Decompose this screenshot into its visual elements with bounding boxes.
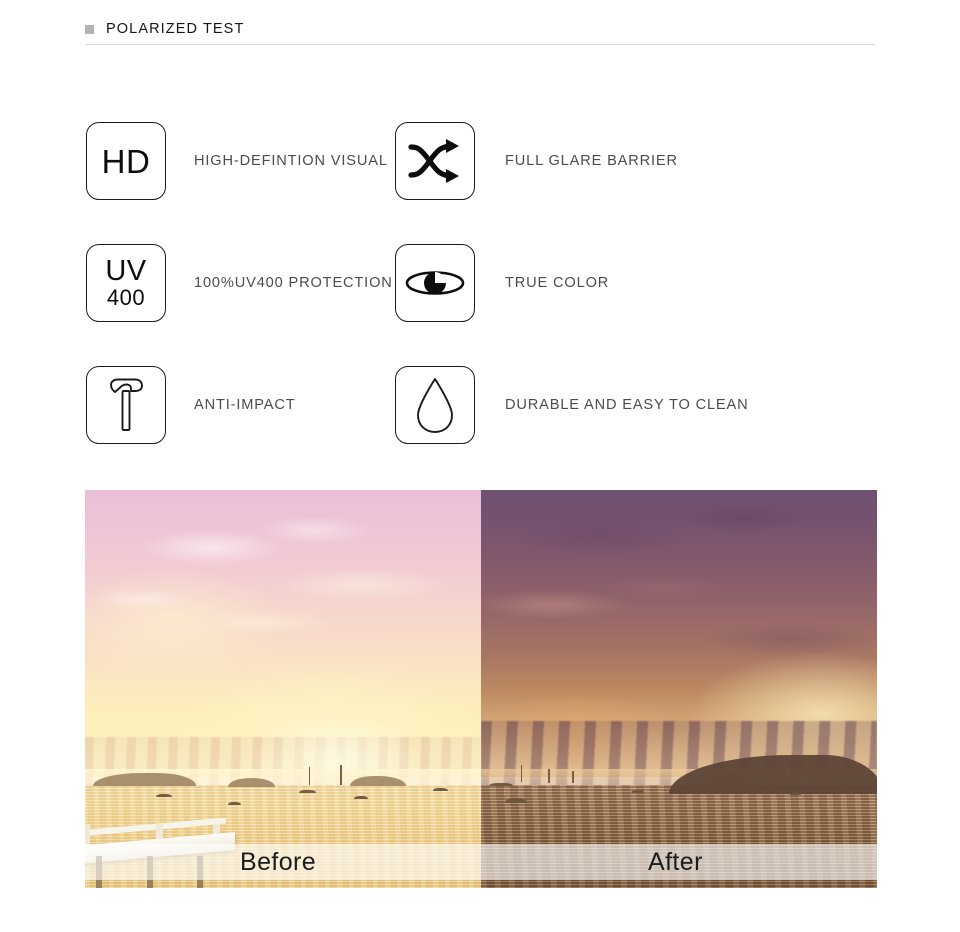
mast-shape (520, 764, 523, 782)
boat-shape (504, 798, 527, 804)
feature-item-hd: HD HIGH-DEFINTION VISUAL (0, 100, 395, 222)
header-divider (85, 44, 875, 45)
feature-label-impact: ANTI-IMPACT (194, 397, 296, 413)
feature-grid: HD HIGH-DEFINTION VISUAL FULL GLARE BARR… (0, 100, 960, 466)
feature-item-truecolor: TRUE COLOR (395, 222, 875, 344)
shuffle-arrows-icon (395, 122, 475, 200)
hd-badge-text: HD (101, 142, 151, 180)
uv400-badge-icon: UV 400 (86, 244, 166, 322)
mast-shape (308, 766, 311, 785)
boat-shape (488, 782, 513, 786)
caption-after: After (648, 848, 703, 876)
feature-row: HD HIGH-DEFINTION VISUAL FULL GLARE BARR… (0, 100, 960, 222)
hd-badge-icon: HD (86, 122, 166, 200)
mast-shape (548, 768, 550, 783)
uv400-badge-text: UV 400 (105, 257, 146, 309)
uv-number: 400 (106, 285, 146, 310)
page-title: POLARIZED TEST (106, 21, 245, 37)
mast-shape (572, 770, 574, 783)
feature-label-durable: DURABLE AND EASY TO CLEAN (505, 397, 749, 413)
feature-label-hd: HIGH-DEFINTION VISUAL (194, 153, 388, 169)
feature-item-impact: ANTI-IMPACT (0, 344, 395, 466)
caption-before: Before (240, 848, 317, 876)
comparison-photo: Before After (85, 490, 877, 888)
water-drop-icon (395, 366, 475, 444)
boat-shape (227, 802, 241, 806)
feature-label-truecolor: TRUE COLOR (505, 275, 610, 291)
eye-icon (395, 244, 475, 322)
feature-item-glare: FULL GLARE BARRIER (395, 100, 875, 222)
caption-band (85, 844, 877, 880)
feature-label-uv: 100%UV400 PROTECTION (194, 275, 393, 291)
photo-half-before (85, 490, 481, 888)
feature-row: ANTI-IMPACT DURABLE AND EASY TO CLEAN (0, 344, 960, 466)
island-shape (92, 773, 196, 787)
uv-label: UV (105, 255, 147, 287)
feature-label-glare: FULL GLARE BARRIER (505, 153, 678, 169)
square-bullet-icon (85, 24, 94, 34)
boat-shape (789, 791, 801, 795)
feature-item-uv: UV 400 100%UV400 PROTECTION (0, 222, 395, 344)
feature-row: UV 400 100%UV400 PROTECTION TRUE COLOR (0, 222, 960, 344)
section-header: POLARIZED TEST (85, 18, 875, 45)
photo-half-after (481, 490, 877, 888)
mast-shape (340, 764, 342, 785)
hammer-icon (86, 366, 166, 444)
feature-item-durable: DURABLE AND EASY TO CLEAN (395, 344, 875, 466)
boat-shape (433, 787, 449, 791)
section-header-row: POLARIZED TEST (85, 18, 875, 40)
